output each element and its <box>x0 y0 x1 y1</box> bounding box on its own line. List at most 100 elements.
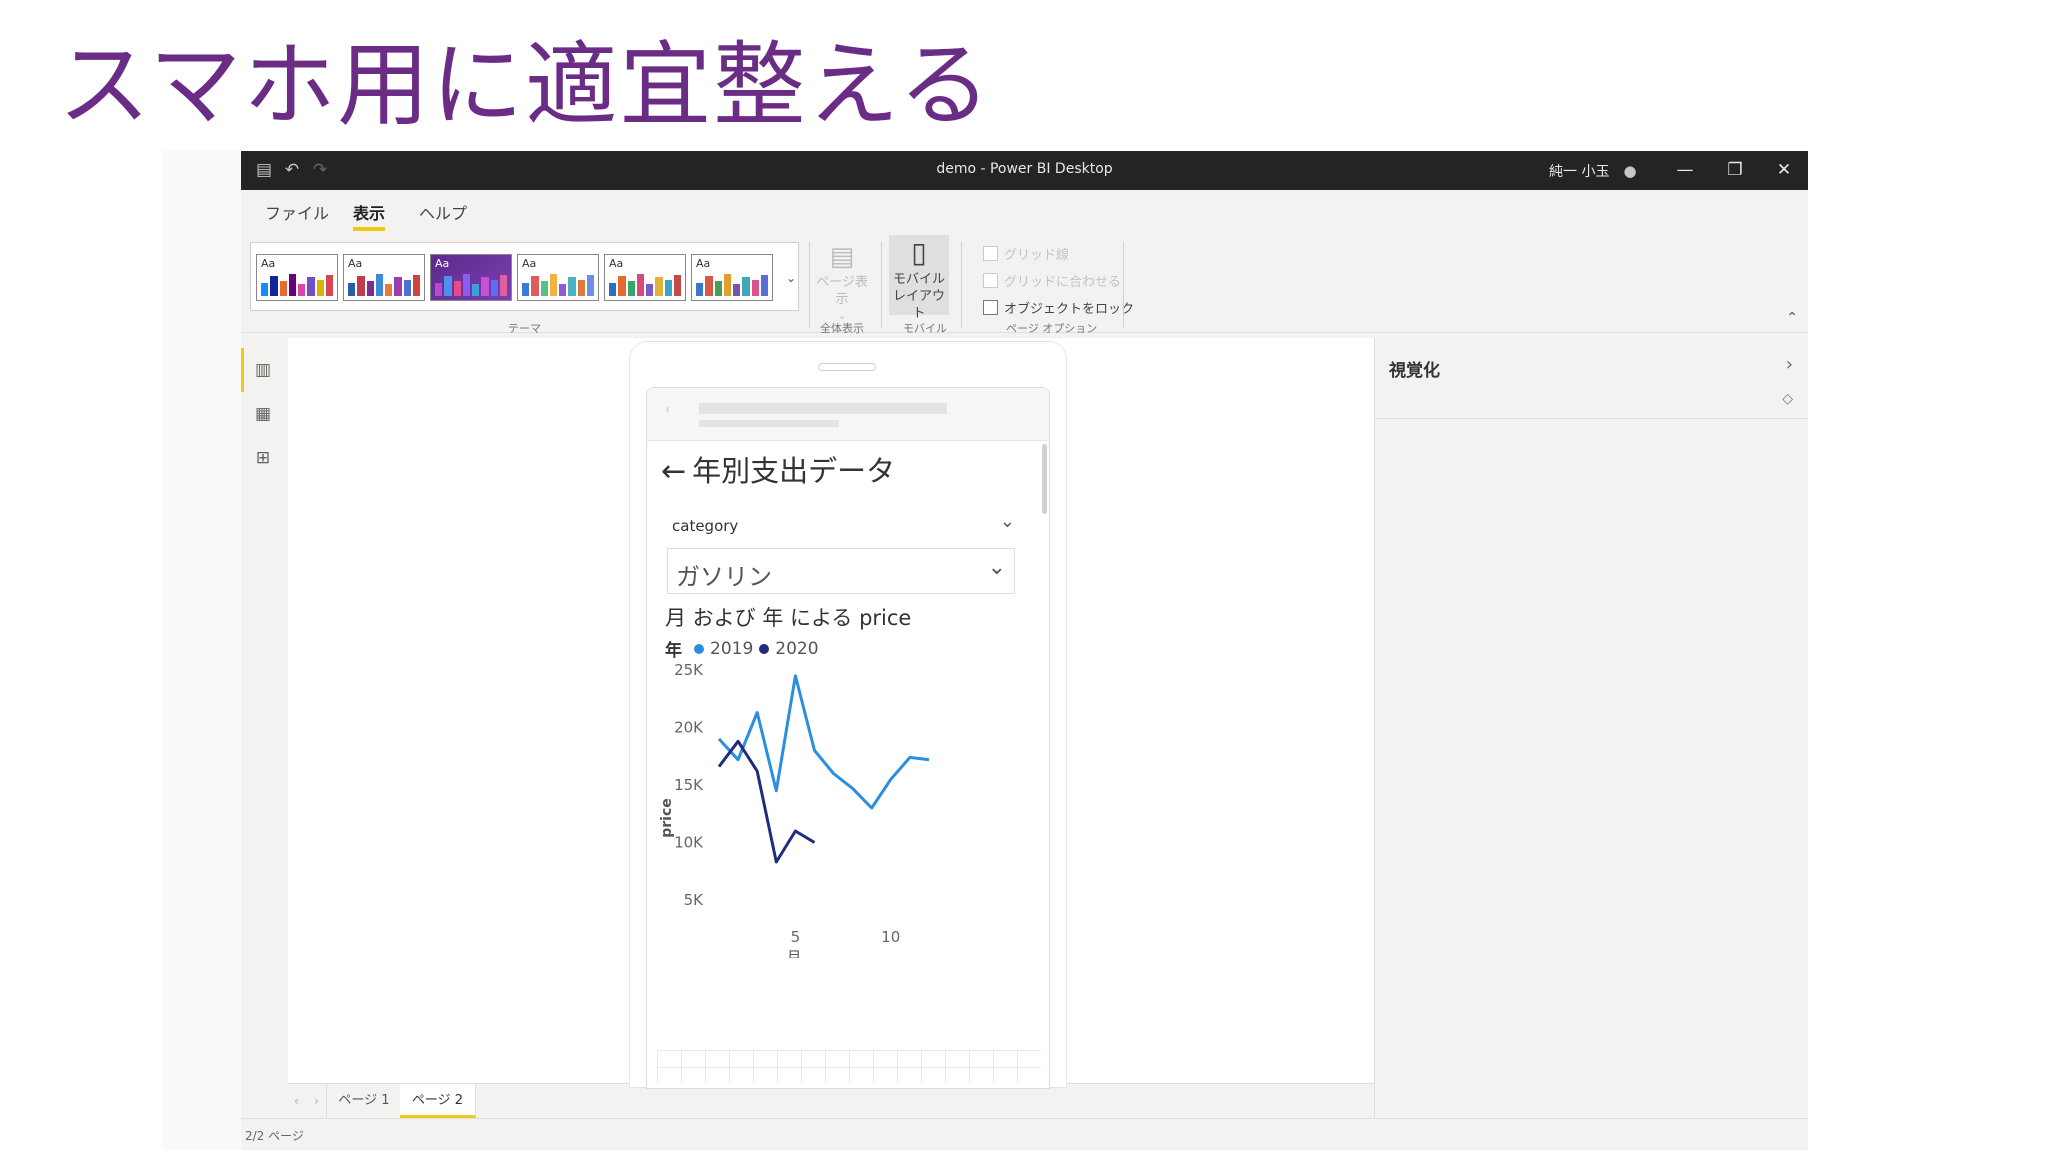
lock-objects-checkbox[interactable] <box>983 300 998 315</box>
collapse-ribbon-icon[interactable]: ⌃ <box>1786 310 1798 326</box>
user-name[interactable]: 純一 小玉 <box>1549 161 1609 181</box>
theme-bar <box>325 275 333 296</box>
theme-bar <box>522 282 530 296</box>
y-tick-label: 20K <box>674 719 704 737</box>
theme-bar <box>298 283 306 296</box>
menu-file[interactable]: ファイル <box>265 200 329 224</box>
view-rail: ▥ ▦ ⊞ <box>241 338 285 1118</box>
prev-page-icon[interactable]: ‹ <box>294 1094 299 1108</box>
user-avatar-icon[interactable]: ● <box>1619 160 1641 182</box>
theme-swatch[interactable]: Aa <box>691 254 773 301</box>
theme-swatch[interactable]: Aa <box>604 254 686 301</box>
theme-swatch[interactable]: Aa <box>256 254 338 301</box>
menu-bar: ファイル 表示 ヘルプ <box>241 190 1808 232</box>
close-icon[interactable]: ✕ <box>1766 157 1802 183</box>
minimize-icon[interactable]: — <box>1667 157 1703 183</box>
theme-bar <box>559 283 567 296</box>
snap-to-grid-label: グリッドに合わせる <box>1004 275 1122 290</box>
eraser-icon[interactable]: ◇ <box>1782 391 1793 407</box>
active-view-indicator <box>241 348 244 392</box>
visualizations-pane: 視覚化 › ◇ <box>1374 338 1808 1118</box>
theme-bar <box>357 276 365 296</box>
theme-bar <box>577 279 585 296</box>
theme-bar <box>646 283 654 296</box>
phone-speaker <box>818 363 876 371</box>
theme-bar <box>348 282 356 296</box>
mobile-phone-frame: ‹ ← 年別支出データ category ⌄ ガソリン ⌄ 月 および 年 による… <box>629 341 1067 1089</box>
expand-pane-icon[interactable]: › <box>1786 354 1793 375</box>
series-line-2019 <box>717 674 930 810</box>
page-view-button[interactable]: ▤ ページ表示 ⌄ <box>811 240 873 322</box>
theme-bar <box>540 280 548 296</box>
chevron-down-icon[interactable]: ⌄ <box>988 555 1006 580</box>
ribbon-separator <box>881 242 882 328</box>
lock-objects-label: オブジェクトをロック <box>1004 302 1135 317</box>
theme-swatch[interactable]: Aa <box>343 254 425 301</box>
theme-aa-label: Aa <box>261 257 276 270</box>
legend-marker-2020 <box>759 643 770 654</box>
mobile-layout-button[interactable]: ▯ モバイル レイアウト <box>889 235 949 321</box>
slicer-selected-value: ガソリン <box>676 563 772 591</box>
theme-bar <box>288 274 296 296</box>
gridlines-checkbox[interactable] <box>983 246 998 261</box>
theme-bar <box>609 282 617 296</box>
theme-bar <box>673 275 681 296</box>
theme-bar <box>549 274 557 296</box>
series-line-2020 <box>717 739 816 864</box>
theme-aa-label: Aa <box>435 257 450 270</box>
model-view-icon[interactable]: ⊞ <box>253 448 273 468</box>
theme-bar <box>462 274 470 296</box>
gridlines-option[interactable]: グリッド線 <box>983 244 1069 263</box>
theme-aa-label: Aa <box>348 257 363 270</box>
theme-bar <box>714 280 722 296</box>
next-page-icon[interactable]: › <box>314 1094 319 1108</box>
theme-swatch[interactable]: Aa <box>430 254 512 301</box>
theme-aa-label: Aa <box>522 257 537 270</box>
page-tab-1[interactable]: ページ 1 <box>326 1084 402 1118</box>
page-count-status: 2/2 ページ <box>245 1129 304 1143</box>
theme-bar <box>490 279 498 296</box>
back-arrow-icon[interactable]: ← <box>661 454 686 489</box>
mobile-scrollbar[interactable] <box>1042 444 1047 514</box>
x-axis-label: 月 <box>786 948 801 958</box>
slicer-collapse-icon[interactable]: ⌄ <box>1000 511 1015 532</box>
ribbon-separator <box>1123 242 1124 328</box>
theme-bar <box>472 283 480 296</box>
y-tick-label: 25K <box>674 661 704 679</box>
menu-view[interactable]: 表示 <box>353 200 385 224</box>
lock-objects-option[interactable]: オブジェクトをロック <box>983 298 1134 317</box>
theme-bar <box>499 275 507 296</box>
report-title-text: 年別支出データ <box>692 454 896 488</box>
y-tick-label: 15K <box>674 776 704 794</box>
mobile-layout-label-2: レイアウト <box>892 289 945 321</box>
theme-aa-label: Aa <box>609 257 624 270</box>
report-title: ← 年別支出データ <box>661 448 895 490</box>
page-tab-2[interactable]: ページ 2 <box>400 1084 476 1118</box>
theme-bar <box>453 280 461 296</box>
line-chart[interactable]: 25K 20K 15K 10K 5K 5 10 月 price <box>647 658 1047 958</box>
title-bar: ▤ ↶ ↷ demo - Power BI Desktop 純一 小玉 ● — … <box>241 151 1808 190</box>
mobile-grid-placeholder <box>657 1050 1041 1084</box>
theme-swatch[interactable]: Aa <box>517 254 599 301</box>
menu-help[interactable]: ヘルプ <box>419 200 467 224</box>
theme-bar <box>270 276 278 296</box>
snap-to-grid-option[interactable]: グリッドに合わせる <box>983 271 1121 290</box>
category-slicer-dropdown[interactable]: ガソリン ⌄ <box>667 548 1015 594</box>
page-view-label: ページ表示 <box>816 275 868 307</box>
data-view-icon[interactable]: ▦ <box>253 404 273 424</box>
snap-to-grid-checkbox[interactable] <box>983 273 998 288</box>
theme-bar <box>742 277 750 296</box>
theme-bar <box>531 276 539 296</box>
page-view-icon: ▤ <box>829 242 855 272</box>
theme-gallery-dropdown-icon[interactable]: ⌄ <box>786 271 796 285</box>
mobile-group-label: モバイル <box>903 322 947 335</box>
report-view-icon[interactable]: ▥ <box>253 360 273 380</box>
theme-bar <box>696 282 704 296</box>
x-tick-label: 10 <box>881 928 900 946</box>
theme-bar <box>394 277 402 296</box>
restore-icon[interactable]: ❐ <box>1717 157 1753 183</box>
theme-group-label: テーマ <box>508 322 541 335</box>
legend-label-2019: 2019 <box>710 638 754 659</box>
gridlines-label: グリッド線 <box>1004 248 1070 263</box>
slide-title: スマホ用に適宜整える <box>58 32 993 139</box>
